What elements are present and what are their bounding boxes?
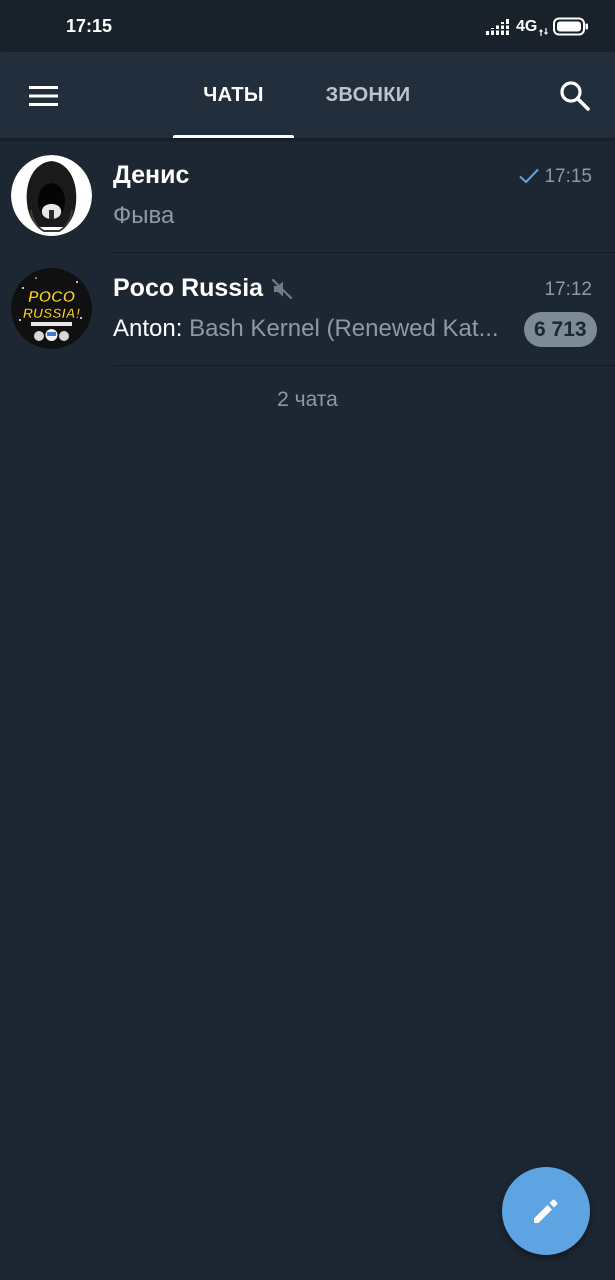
divider xyxy=(113,365,615,366)
search-icon[interactable] xyxy=(558,79,592,113)
chat-name: Денис xyxy=(113,161,190,189)
tab-chats[interactable]: ЧАТЫ xyxy=(173,52,294,138)
chat-name: Poco Russia xyxy=(113,274,264,302)
signal-icon xyxy=(486,19,510,35)
unread-badge: 6 713 xyxy=(524,312,597,347)
chat-item-poco-russia[interactable]: POCO RUSSIA! Poco Russia 17:12 Anton: Ba… xyxy=(0,253,615,366)
network-arrows-icon xyxy=(539,28,548,36)
chat-time: 17:12 xyxy=(544,279,592,300)
tab-calls[interactable]: ЗВОНКИ xyxy=(308,52,428,138)
new-message-button[interactable] xyxy=(502,1167,590,1255)
network-type: 4G xyxy=(516,18,538,35)
pencil-icon xyxy=(534,1199,558,1223)
check-icon xyxy=(519,168,539,184)
status-time: 17:15 xyxy=(66,16,113,36)
chat-preview: Anton: Bash Kernel (Renewed Kat... xyxy=(113,315,503,343)
mute-icon xyxy=(271,278,293,300)
battery-icon xyxy=(553,17,588,36)
preview-sender: Anton: xyxy=(113,315,190,342)
active-tab-indicator xyxy=(173,135,294,138)
chat-item-denis[interactable]: Денис 17:15 Фыва xyxy=(0,140,615,253)
svg-text:POCO: POCO xyxy=(28,289,76,306)
chat-count-label: 2 чата xyxy=(277,388,338,411)
app-header: ЧАТЫ ЗВОНКИ xyxy=(0,52,615,138)
chat-preview: Фыва xyxy=(113,202,175,229)
preview-text: Bash Kernel (Renewed Kat... xyxy=(189,315,499,342)
poco-russia-logo: POCO RUSSIA! xyxy=(11,268,92,349)
svg-text:RUSSIA!: RUSSIA! xyxy=(23,305,81,321)
hooded-figure-avatar xyxy=(11,155,92,236)
chat-time: 17:15 xyxy=(544,166,592,187)
menu-icon[interactable] xyxy=(28,84,60,108)
status-bar: 17:15 4G xyxy=(0,0,615,52)
